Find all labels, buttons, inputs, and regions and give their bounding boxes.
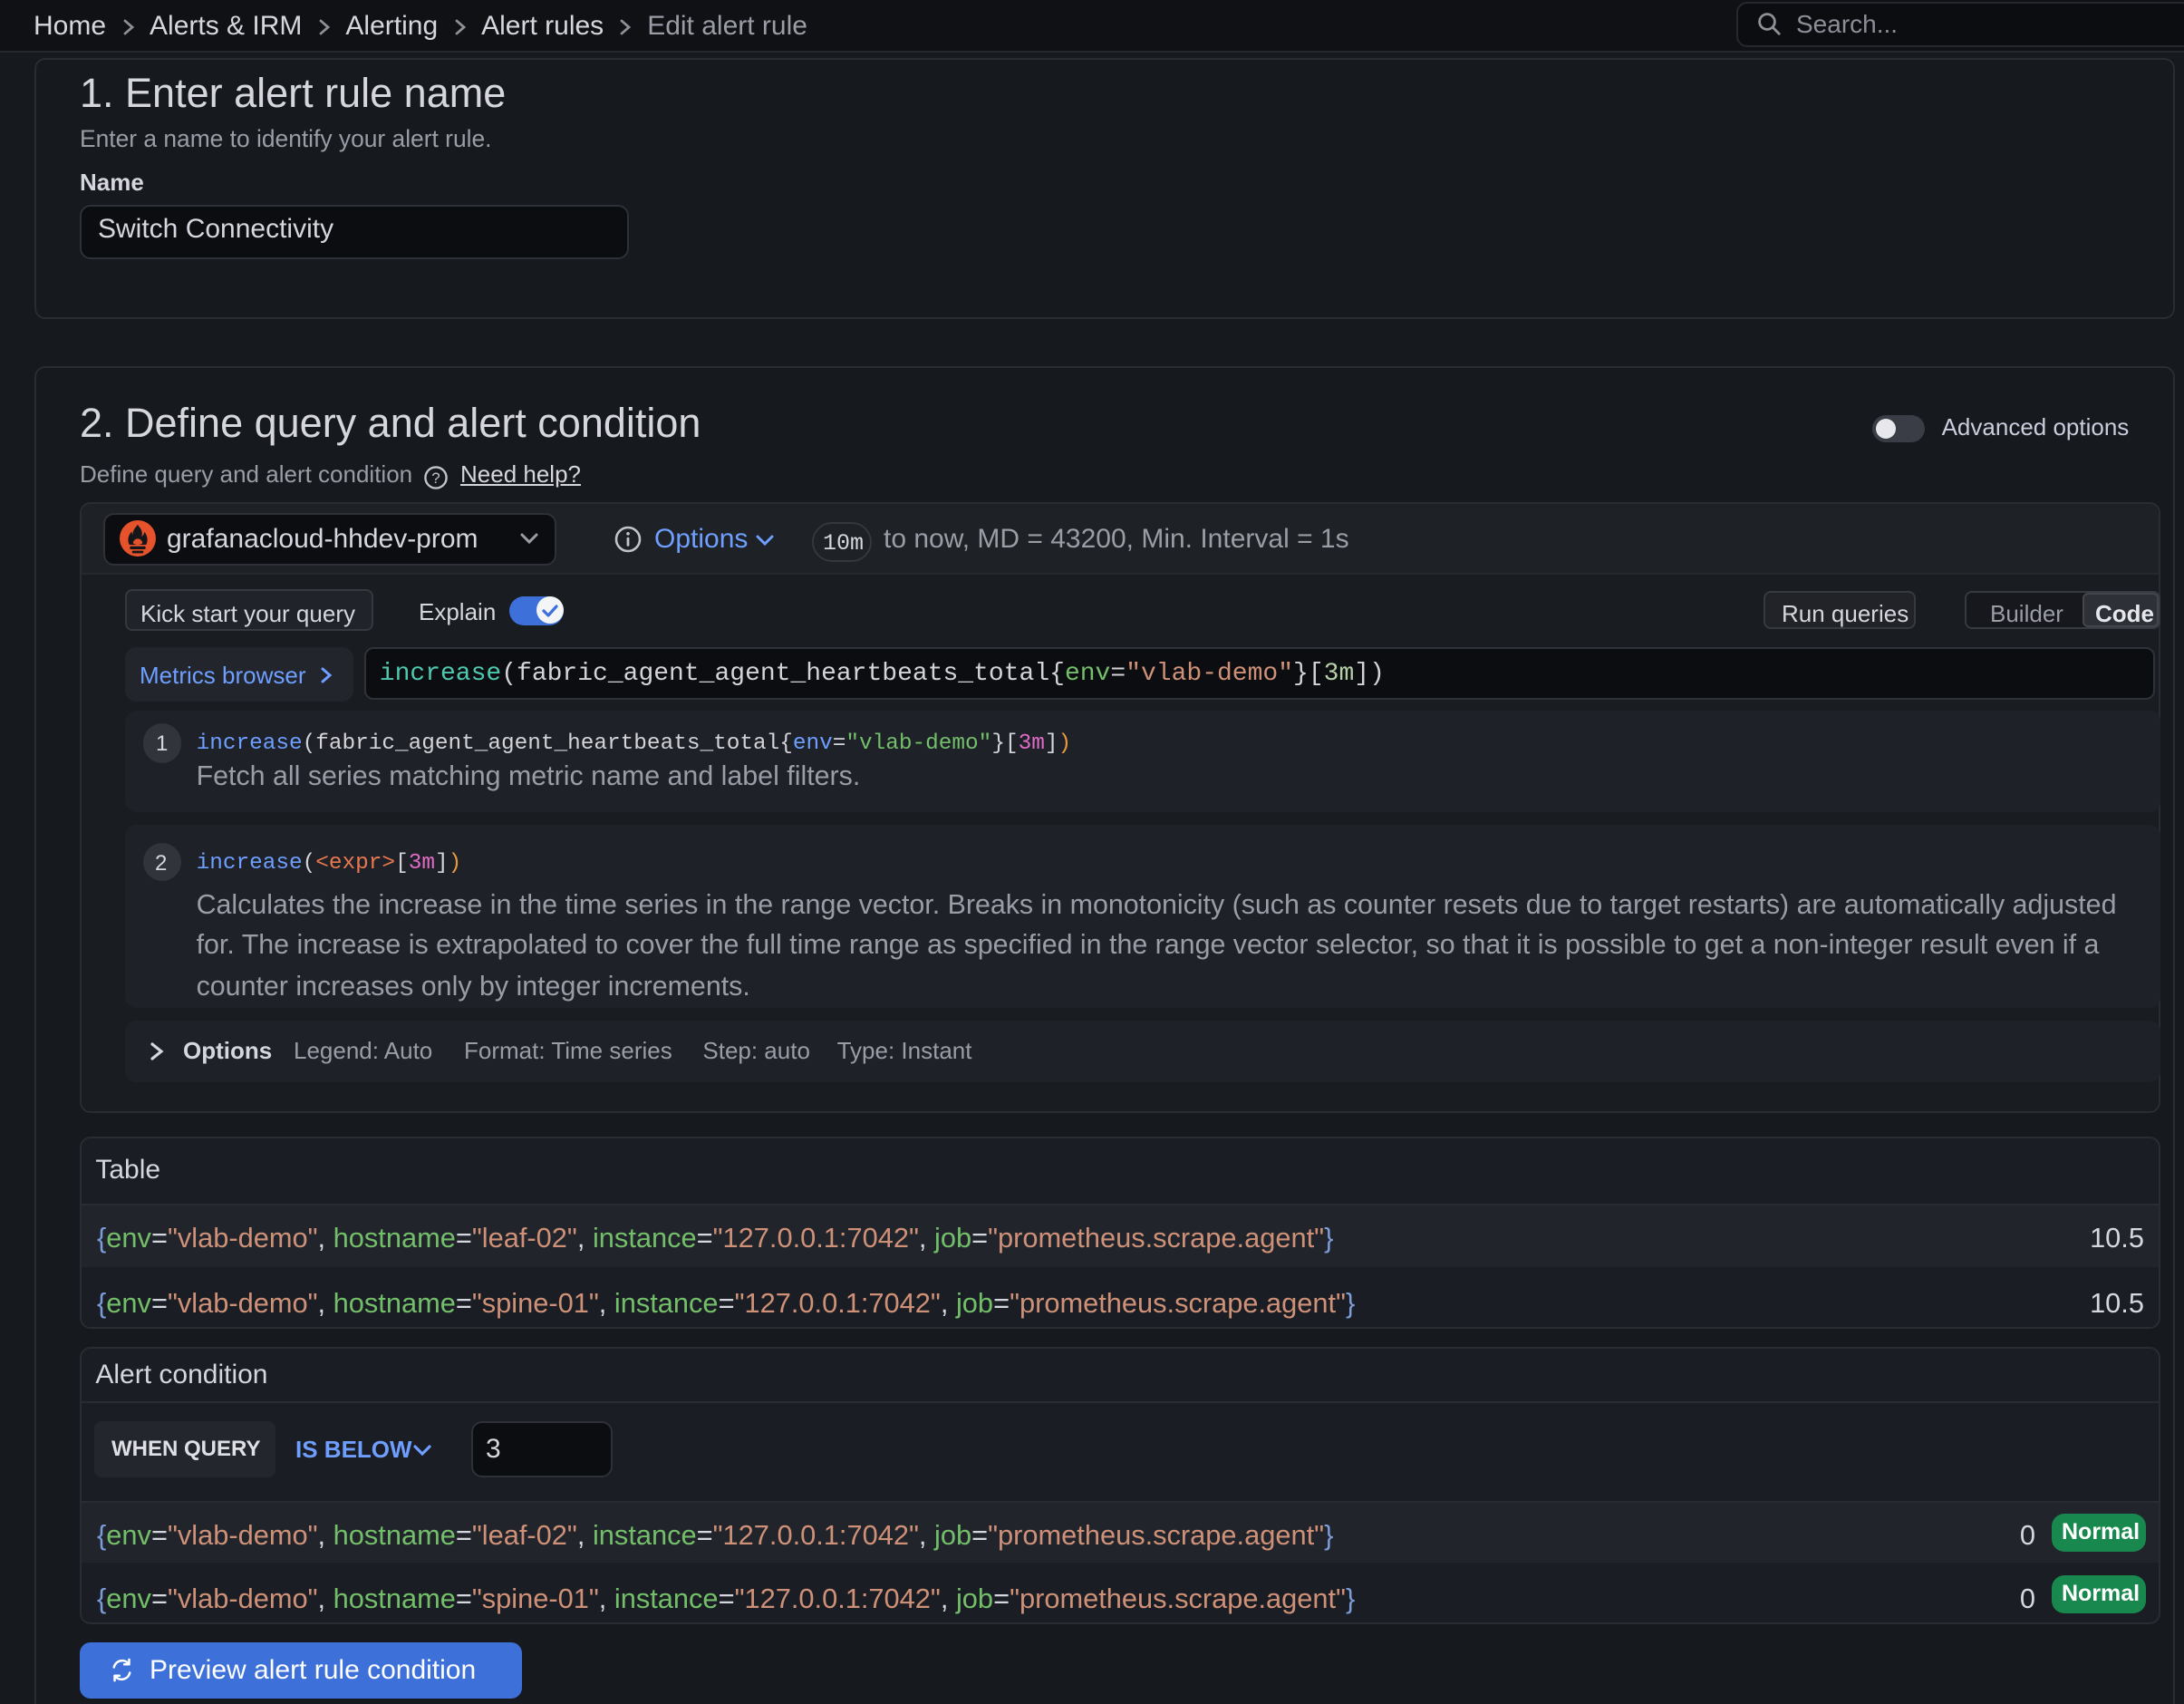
svg-text:?: ? (431, 469, 440, 486)
